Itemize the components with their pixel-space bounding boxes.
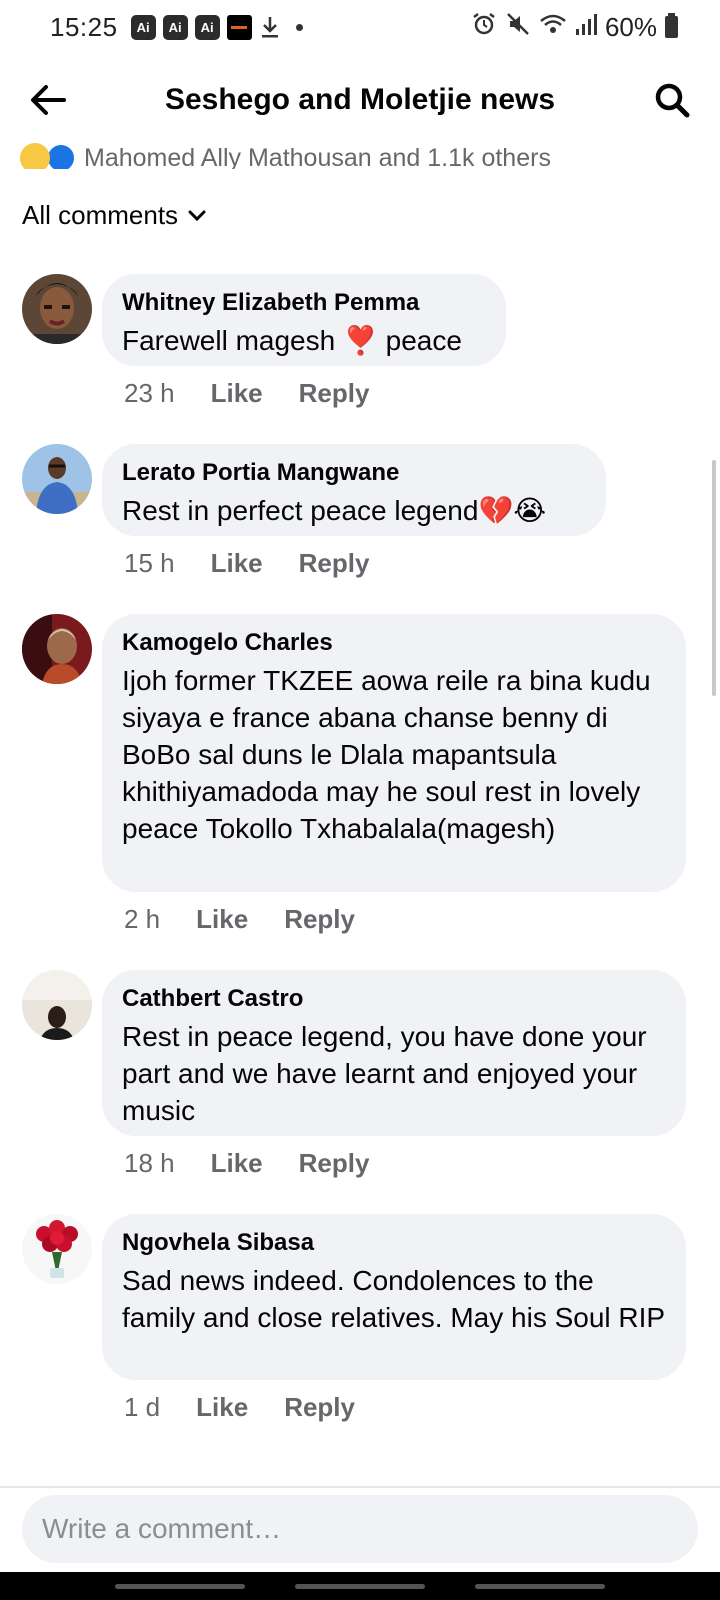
comment-time: 15 h xyxy=(124,548,175,578)
comment-time: 23 h xyxy=(124,378,175,408)
back-nav-button[interactable] xyxy=(475,1583,605,1589)
mute-icon xyxy=(505,11,531,44)
reactions-text: Mahomed Ally Mathousan and 1.1k others xyxy=(84,143,551,170)
chevron-down-icon xyxy=(188,210,206,221)
avatar[interactable] xyxy=(22,444,92,514)
comment-bubble[interactable]: Kamogelo Charles Ijoh former TKZEE aowa … xyxy=(102,614,686,892)
like-button[interactable]: Like xyxy=(211,1148,263,1179)
home-button[interactable] xyxy=(295,1583,425,1589)
reply-button[interactable]: Reply xyxy=(284,1392,355,1423)
comment-input[interactable] xyxy=(42,1513,698,1545)
comment-author[interactable]: Kamogelo Charles xyxy=(122,628,666,658)
reply-button[interactable]: Reply xyxy=(299,378,370,409)
comment-bubble[interactable]: Lerato Portia Mangwane Rest in perfect p… xyxy=(102,444,606,536)
comment-bubble[interactable]: Ngovhela Sibasa Sad news indeed. Condole… xyxy=(102,1214,686,1380)
back-button[interactable] xyxy=(26,78,70,122)
app-notification-icon xyxy=(226,14,252,40)
comment-author[interactable]: Ngovhela Sibasa xyxy=(122,1228,666,1258)
status-bar: 15:25 Ai Ai Ai 60% xyxy=(0,0,720,54)
header: Seshego and Moletjie news xyxy=(0,60,720,140)
comment-text: Rest in peace legend, you have done your… xyxy=(122,1021,647,1126)
divider xyxy=(0,1486,720,1488)
avatar[interactable] xyxy=(22,1214,92,1284)
status-time: 15:25 xyxy=(50,11,118,42)
ai-notification-icon: Ai xyxy=(162,14,188,40)
search-button[interactable] xyxy=(650,78,694,122)
comment-text: Sad news indeed. Condolences to the fami… xyxy=(122,1265,666,1333)
comment-actions: 2 h Like Reply xyxy=(124,904,355,935)
page-title: Seshego and Moletjie news xyxy=(164,83,556,116)
battery-icon xyxy=(665,13,678,38)
signal-icon xyxy=(575,11,597,44)
comment-composer[interactable] xyxy=(22,1495,698,1563)
comment-text: Rest in perfect peace legend💔😭 xyxy=(122,495,547,526)
ai-notification-icon: Ai xyxy=(194,14,220,40)
comment-actions: 18 h Like Reply xyxy=(124,1148,369,1179)
comment-text: Farewell magesh ❣️ peace xyxy=(122,325,462,356)
comment-actions: 15 h Like Reply xyxy=(124,548,369,579)
comment-time: 1 d xyxy=(124,1392,161,1422)
comment-time: 2 h xyxy=(124,904,161,934)
comment-time: 18 h xyxy=(124,1148,175,1178)
comment-text: Ijoh former TKZEE aowa reile ra bina kud… xyxy=(122,665,651,844)
reply-button[interactable]: Reply xyxy=(299,1148,370,1179)
reply-button[interactable]: Reply xyxy=(284,904,355,935)
comment-actions: 1 d Like Reply xyxy=(124,1392,355,1423)
system-navigation-bar xyxy=(0,1572,720,1600)
like-button[interactable]: Like xyxy=(196,904,248,935)
battery-percent: 60% xyxy=(604,11,657,42)
sort-label: All comments xyxy=(22,200,179,230)
wifi-icon xyxy=(539,11,567,44)
comment-actions: 23 h Like Reply xyxy=(124,378,369,409)
comment-author[interactable]: Lerato Portia Mangwane xyxy=(122,458,586,488)
more-notifications-dot-icon xyxy=(295,23,303,31)
like-button[interactable]: Like xyxy=(196,1392,248,1423)
comment-bubble[interactable]: Whitney Elizabeth Pemma Farewell magesh … xyxy=(102,274,506,366)
alarm-icon xyxy=(471,11,497,44)
download-icon xyxy=(259,14,281,40)
avatar[interactable] xyxy=(22,274,92,344)
like-reaction-icon xyxy=(46,143,76,169)
ai-notification-icon: Ai xyxy=(130,14,156,40)
comment-author[interactable]: Whitney Elizabeth Pemma xyxy=(122,288,486,318)
reactions-summary[interactable]: Mahomed Ally Mathousan and 1.1k others xyxy=(20,131,710,169)
avatar[interactable] xyxy=(22,970,92,1040)
reply-button[interactable]: Reply xyxy=(299,548,370,579)
scrollbar[interactable] xyxy=(712,460,716,696)
arrow-left-icon xyxy=(31,85,66,115)
avatar[interactable] xyxy=(22,614,92,684)
comment-bubble[interactable]: Cathbert Castro Rest in peace legend, yo… xyxy=(102,970,686,1136)
comment-sort-dropdown[interactable]: All comments xyxy=(22,200,206,231)
recent-apps-button[interactable] xyxy=(115,1583,245,1589)
search-icon xyxy=(655,83,690,118)
sad-reaction-icon xyxy=(20,143,50,169)
comment-author[interactable]: Cathbert Castro xyxy=(122,984,666,1014)
like-button[interactable]: Like xyxy=(211,378,263,409)
like-button[interactable]: Like xyxy=(211,548,263,579)
